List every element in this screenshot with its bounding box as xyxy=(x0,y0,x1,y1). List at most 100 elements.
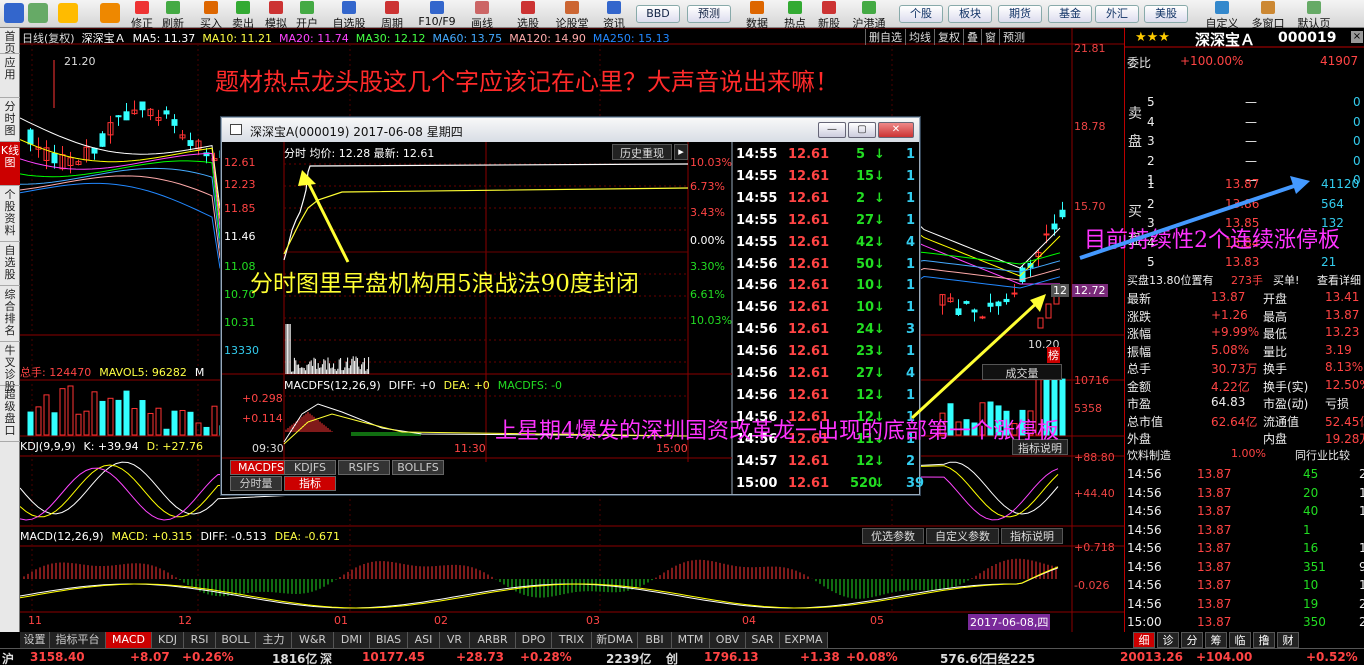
tick-row-15: 15:00 12.61 520 ↓ 39 xyxy=(734,473,924,495)
home-icon[interactable] xyxy=(4,3,24,23)
quote-tab-1[interactable]: 诊 xyxy=(1157,632,1179,648)
kline-btn-3[interactable]: 叠 xyxy=(963,29,981,45)
market-tab-3[interactable]: 基金 xyxy=(1048,5,1092,23)
bottom-tab-5[interactable]: BOLL xyxy=(216,632,256,648)
minimize-button[interactable]: — xyxy=(818,122,846,138)
bottom-tab-3[interactable]: KDJ xyxy=(152,632,184,648)
tick-price-7: 12.61 xyxy=(788,300,830,316)
bottom-tab-6[interactable]: 主力 xyxy=(256,632,292,648)
quote-tab-0[interactable]: 细 xyxy=(1133,632,1155,648)
bottom-tab-14[interactable]: TRIX xyxy=(552,632,592,648)
toolbar-icon-16 xyxy=(788,1,802,14)
bottom-tab-11[interactable]: VR xyxy=(440,632,470,648)
quote-tab-3[interactable]: 筹 xyxy=(1205,632,1227,648)
bottom-tab-4[interactable]: RSI xyxy=(184,632,216,648)
vol-bar-5 xyxy=(67,385,74,436)
maximize-button[interactable]: ▢ xyxy=(848,122,876,138)
note-intraday: 分时图里早盘机构用5浪战法90度封闭 xyxy=(250,271,639,297)
bottom-tab-8[interactable]: DMI xyxy=(334,632,370,648)
bottom-tab-7[interactable]: W&R xyxy=(292,632,334,648)
grid-icon[interactable] xyxy=(28,3,48,23)
kline-btn-5[interactable]: 预测 xyxy=(999,29,1028,45)
kline-btn-0[interactable]: 删自选 xyxy=(865,29,905,45)
quote-tab-6[interactable]: 财 xyxy=(1277,632,1299,648)
bottom-tab-2[interactable]: MACD xyxy=(106,632,152,648)
bottom-tab-15[interactable]: 新DMA xyxy=(592,632,638,648)
kline-btn-4[interactable]: 窗 xyxy=(981,29,999,45)
toolbar-right-item-0[interactable]: 自定义 xyxy=(1200,0,1244,30)
toolbar-item-12[interactable]: 资讯 xyxy=(592,0,636,30)
macd-btn-1[interactable]: 自定义参数 xyxy=(926,528,999,544)
bottom-tab-16[interactable]: BBI xyxy=(638,632,672,648)
quote-tab-2[interactable]: 分 xyxy=(1181,632,1203,648)
quote-tab-5[interactable]: 撸 xyxy=(1253,632,1275,648)
p-tab2-1[interactable]: 指标 xyxy=(284,476,336,491)
bottom-tab-10[interactable]: ASI xyxy=(408,632,440,648)
history-replay-button[interactable]: 历史重现 xyxy=(612,144,672,160)
p-tab-2[interactable]: RSIFS xyxy=(338,460,390,475)
history-arrow-icon[interactable]: ▸ xyxy=(674,144,688,160)
tick-count-1: 1 xyxy=(906,168,916,184)
sidebar-item-3[interactable]: K线图 xyxy=(0,142,20,186)
sidebar-item-6[interactable]: 综合排名 xyxy=(0,286,20,342)
sidebar-item-7[interactable]: 牛叉诊股 xyxy=(0,342,20,393)
market-tab-2[interactable]: 期货 xyxy=(998,5,1042,23)
status-item-11: 1796.13 xyxy=(704,650,759,664)
trade-row-2: 14:56 13.87 40 1 xyxy=(1125,503,1364,521)
chengjiao-select[interactable]: 成交量 xyxy=(982,364,1062,380)
tick-vol-0: 5 xyxy=(856,147,866,162)
bottom-tab-9[interactable]: BIAS xyxy=(370,632,408,648)
p-tab-3[interactable]: BOLLFS xyxy=(392,460,444,475)
market-tab-4[interactable]: 外汇 xyxy=(1095,5,1139,23)
bottom-tab-0[interactable]: 设置 xyxy=(20,632,50,648)
toolbar-item-5[interactable]: 开户 xyxy=(285,0,329,30)
sidebar-item-0[interactable]: 首页 xyxy=(0,28,20,55)
vol-axis-0: 10716 xyxy=(1074,374,1109,387)
toolbar-item-11[interactable]: 论股堂 xyxy=(550,0,594,30)
p-laxis-6: 10.31 xyxy=(224,316,256,329)
toolbar: 修正 刷新 买入 卖出 模拟 开户 自选股 周期 F10/F9 画线 选股 论股堂 资讯 BBD 预测 数据热… xyxy=(0,0,1364,30)
macd-btn-0[interactable]: 优选参数 xyxy=(862,528,924,544)
sidebar-item-1[interactable]: 应用 xyxy=(0,54,20,98)
down-icon[interactable] xyxy=(100,3,120,23)
kline-btn-1[interactable]: 均线 xyxy=(905,29,934,45)
market-tab-5[interactable]: 美股 xyxy=(1144,5,1188,23)
market-tab-1[interactable]: 板块 xyxy=(948,5,992,23)
toolbar-right-item-2[interactable]: 默认页 xyxy=(1292,0,1336,30)
quote-tab-4[interactable]: 临 xyxy=(1229,632,1251,648)
trade-row-7-cell-1: 13.87 xyxy=(1197,596,1232,611)
toolbar-item-10[interactable]: 选股 xyxy=(506,0,550,30)
p-tab2-0[interactable]: 分时量 xyxy=(230,476,282,491)
candle-body-11 xyxy=(115,115,122,118)
close-button[interactable]: ✕ xyxy=(878,122,914,138)
toolbar-item-9[interactable]: 画线 xyxy=(460,0,504,30)
market-tab-0[interactable]: 个股 xyxy=(899,5,943,23)
bottom-tab-19[interactable]: SAR xyxy=(746,632,780,648)
back-icon[interactable] xyxy=(58,3,78,23)
kline-btn-2[interactable]: 复权 xyxy=(934,29,963,45)
sidebar-item-5[interactable]: 自选股 xyxy=(0,242,20,286)
toolbar-item-17[interactable]: 新股 xyxy=(807,0,851,30)
macd-btn-2[interactable]: 指标说明 xyxy=(1001,528,1063,544)
bottom-tab-17[interactable]: MTM xyxy=(672,632,710,648)
toolbar-item-6[interactable]: 自选股 xyxy=(327,0,371,30)
bottom-tab-12[interactable]: ARBR xyxy=(470,632,516,648)
bottom-tab-1[interactable]: 指标平台 xyxy=(50,632,106,648)
toolbar-item-8[interactable]: F10/F9 xyxy=(415,0,459,28)
kline-axis-label-2: 15.70 xyxy=(1074,200,1106,213)
toolbar-predict-button[interactable]: 预测 xyxy=(687,5,731,23)
toolbar-right-item-1[interactable]: 多窗口 xyxy=(1246,0,1290,30)
p-tab-0[interactable]: MACDFS xyxy=(230,460,292,475)
sidebar-item-2[interactable]: 分时图 xyxy=(0,98,20,142)
sidebar-item-8[interactable]: 超级盘口 xyxy=(0,386,20,442)
bottom-tab-20[interactable]: EXPMA xyxy=(780,632,828,648)
toolbar-item-7[interactable]: 周期 xyxy=(370,0,414,30)
sidebar-item-4[interactable]: 个股资料 xyxy=(0,186,20,242)
bottom-tab-18[interactable]: OBV xyxy=(710,632,746,648)
quote-close-button[interactable]: × xyxy=(1351,31,1363,43)
toolbar-item-18[interactable]: 沪港通 xyxy=(847,0,891,30)
toolbar-bbd-button[interactable]: BBD xyxy=(636,5,680,23)
vol-bar-4 xyxy=(59,388,66,436)
bottom-tab-13[interactable]: DPO xyxy=(516,632,552,648)
p-tab-1[interactable]: KDJFS xyxy=(284,460,336,475)
